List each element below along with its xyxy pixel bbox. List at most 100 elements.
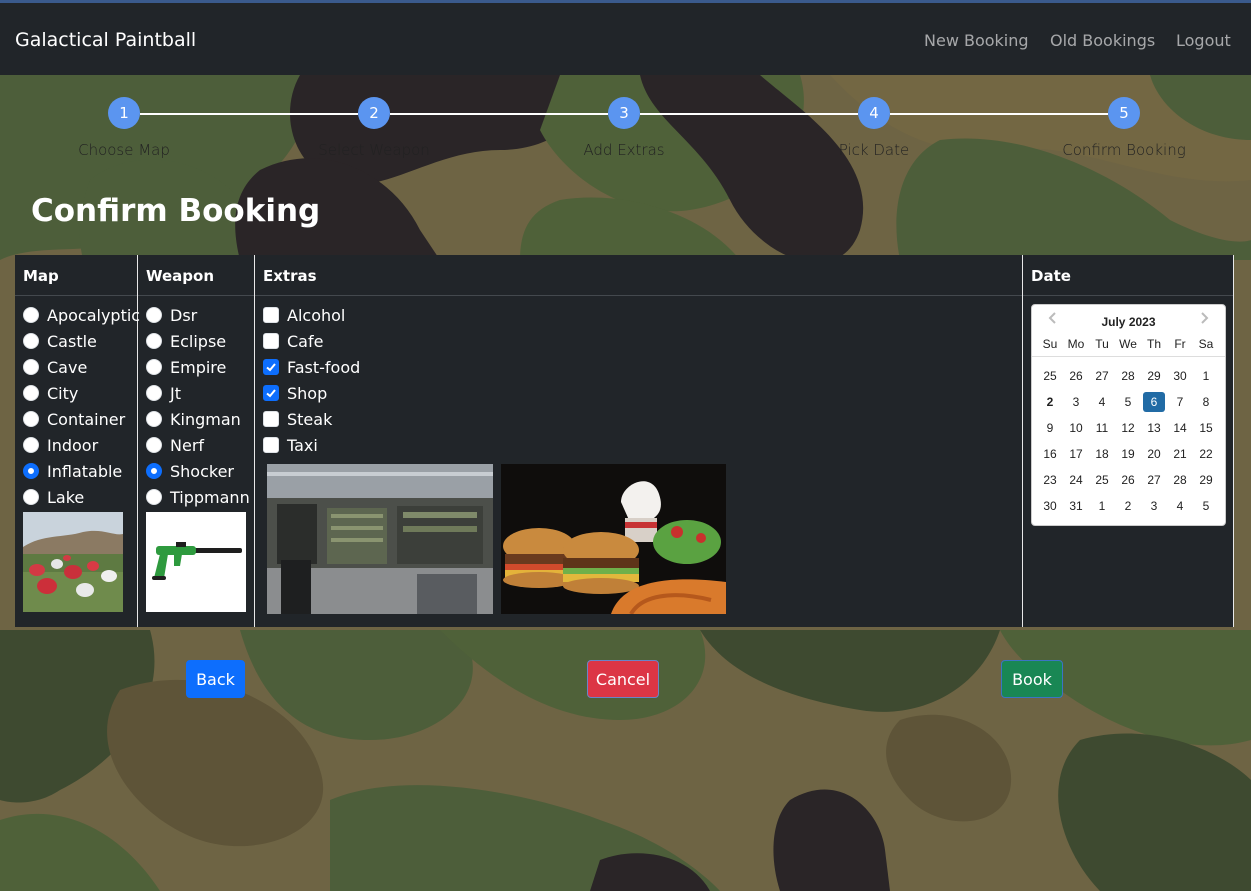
back-button[interactable]: Back	[186, 660, 245, 698]
extras-column: Alcohol Cafe Fast-food Shop Steak Taxi	[263, 255, 1013, 627]
map-column: Apocalyptic Castle Cave City Container I…	[23, 255, 140, 627]
step-3-label: Add Extras	[583, 141, 665, 159]
calendar-day[interactable]: 11	[1091, 418, 1113, 438]
calendar-day[interactable]: 9	[1039, 418, 1061, 438]
map-option-label: Inflatable	[47, 462, 123, 481]
radio-button[interactable]	[23, 333, 39, 349]
calendar-day[interactable]: 3	[1143, 496, 1165, 516]
map-preview-image	[23, 512, 123, 612]
checkbox-checked[interactable]	[263, 359, 279, 375]
radio-button[interactable]	[146, 437, 162, 453]
weekday-label: Fr	[1174, 337, 1186, 351]
calendar-day[interactable]: 15	[1195, 418, 1217, 438]
calendar-day[interactable]: 13	[1143, 418, 1165, 438]
extra-option-label: Fast-food	[287, 358, 361, 377]
weapon-option-label: Eclipse	[170, 332, 227, 351]
calendar-day[interactable]: 29	[1195, 470, 1217, 490]
calendar-day[interactable]: 28	[1169, 470, 1191, 490]
weekday-label: Sa	[1198, 337, 1214, 351]
nav-old-bookings[interactable]: Old Bookings	[1050, 31, 1155, 50]
map-option-label: Castle	[47, 332, 97, 351]
brand-title[interactable]: Galactical Paintball	[15, 29, 196, 51]
calendar-day[interactable]: 1	[1091, 496, 1113, 516]
calendar-day[interactable]: 26	[1117, 470, 1139, 490]
radio-button[interactable]	[23, 411, 39, 427]
calendar-day[interactable]: 2	[1117, 496, 1139, 516]
calendar-day[interactable]: 18	[1091, 444, 1113, 464]
book-button[interactable]: Book	[1001, 660, 1063, 698]
checkmark-icon	[266, 389, 276, 398]
radio-button[interactable]	[146, 359, 162, 375]
radio-button[interactable]	[23, 489, 39, 505]
calendar-day[interactable]: 14	[1169, 418, 1191, 438]
calendar-day[interactable]: 21	[1169, 444, 1191, 464]
calendar-day[interactable]: 3	[1065, 392, 1087, 412]
calendar-day[interactable]: 19	[1117, 444, 1139, 464]
weapon-option-label: Nerf	[170, 436, 205, 455]
calendar-day[interactable]: 10	[1065, 418, 1087, 438]
radio-button[interactable]	[23, 385, 39, 401]
step-4-circle: 4	[858, 97, 890, 129]
radio-button[interactable]	[23, 437, 39, 453]
calendar-day[interactable]: 28	[1117, 366, 1139, 386]
radio-button[interactable]	[23, 359, 39, 375]
calendar-day[interactable]: 16	[1039, 444, 1061, 464]
chevron-right-icon[interactable]	[1196, 310, 1212, 326]
map-option-label: Container	[47, 410, 126, 429]
calendar-day[interactable]: 30	[1039, 496, 1061, 516]
checkbox[interactable]	[263, 333, 279, 349]
radio-button[interactable]	[146, 333, 162, 349]
calendar-day[interactable]: 12	[1117, 418, 1139, 438]
calendar-day[interactable]: 25	[1091, 470, 1113, 490]
calendar-day[interactable]: 31	[1065, 496, 1087, 516]
calendar-day[interactable]: 23	[1039, 470, 1061, 490]
nav-new-booking[interactable]: New Booking	[924, 31, 1029, 50]
radio-button[interactable]	[146, 411, 162, 427]
calendar-day[interactable]: 27	[1091, 366, 1113, 386]
fast-food-preview-image	[501, 464, 726, 614]
map-option-label: City	[47, 384, 79, 403]
calendar-day[interactable]: 1	[1195, 366, 1217, 386]
progress-stepper: 1 2 3 4 5 Choose Map Select Weapon Add E…	[0, 97, 1251, 167]
radio-button[interactable]	[146, 489, 162, 505]
calendar-day[interactable]: 5	[1195, 496, 1217, 516]
checkbox-checked[interactable]	[263, 385, 279, 401]
nav-logout[interactable]: Logout	[1176, 31, 1231, 50]
weapon-option-label: Shocker	[170, 462, 234, 481]
checkbox[interactable]	[263, 437, 279, 453]
calendar-day[interactable]: 6	[1143, 392, 1165, 412]
calendar-day[interactable]: 29	[1143, 366, 1165, 386]
calendar-day[interactable]: 2	[1039, 392, 1061, 412]
calendar-day[interactable]: 25	[1039, 366, 1061, 386]
calendar-day[interactable]: 4	[1091, 392, 1113, 412]
calendar-day[interactable]: 7	[1169, 392, 1191, 412]
calendar-day[interactable]: 26	[1065, 366, 1087, 386]
cancel-button[interactable]: Cancel	[587, 660, 659, 698]
calendar-day[interactable]: 24	[1065, 470, 1087, 490]
step-4-label: Pick Date	[838, 141, 910, 159]
radio-button[interactable]	[23, 307, 39, 323]
calendar-day[interactable]: 22	[1195, 444, 1217, 464]
radio-button-selected[interactable]	[146, 463, 162, 479]
extra-option-label: Cafe	[287, 332, 324, 351]
radio-button-selected[interactable]	[23, 463, 39, 479]
date-picker[interactable]: July 2023 Su Mo Tu We Th Fr Sa 25 26 27 28 2…	[1031, 304, 1226, 526]
checkbox[interactable]	[263, 307, 279, 323]
calendar-day[interactable]: 4	[1169, 496, 1191, 516]
radio-button[interactable]	[146, 307, 162, 323]
calendar-divider	[1032, 356, 1225, 357]
calendar-day[interactable]: 17	[1065, 444, 1087, 464]
calendar-day[interactable]: 5	[1117, 392, 1139, 412]
map-option-label: Lake	[47, 488, 85, 507]
calendar-day[interactable]: 27	[1143, 470, 1165, 490]
step-3-circle: 3	[608, 97, 640, 129]
map-option-label: Indoor	[47, 436, 99, 455]
radio-button[interactable]	[146, 385, 162, 401]
calendar-day[interactable]: 30	[1169, 366, 1191, 386]
checkbox[interactable]	[263, 411, 279, 427]
checkmark-icon	[266, 363, 276, 372]
weapon-preview-image	[146, 512, 246, 612]
weekday-label: Mo	[1067, 337, 1085, 351]
calendar-day[interactable]: 20	[1143, 444, 1165, 464]
calendar-day[interactable]: 8	[1195, 392, 1217, 412]
